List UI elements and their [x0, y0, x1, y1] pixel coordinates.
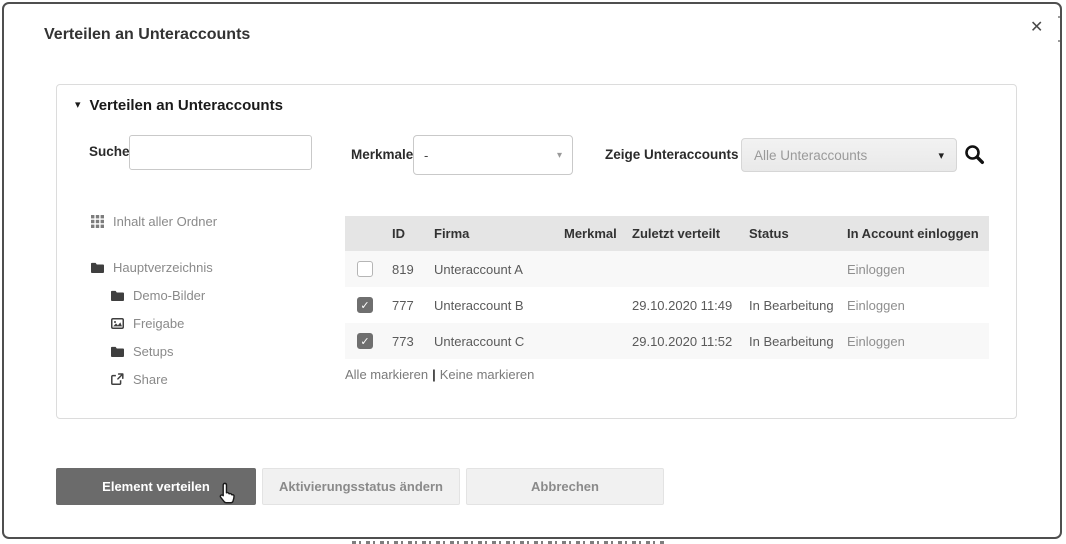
- col-in-account-einloggen: In Account einloggen: [843, 226, 989, 241]
- nav-item-label: Share: [133, 372, 168, 387]
- nav-item-label: Freigabe: [133, 316, 184, 331]
- col-id: ID: [388, 226, 430, 241]
- nav-item-inhalt-aller-ordner[interactable]: Inhalt aller Ordner: [91, 212, 217, 230]
- col-firma: Firma: [430, 226, 560, 241]
- folder-icon: [111, 346, 124, 357]
- nav-item-freigabe[interactable]: Freigabe: [111, 314, 184, 332]
- zeige-unteraccounts-select[interactable]: Alle Unteraccounts ▾: [741, 138, 957, 172]
- chevron-down-icon: ▾: [557, 150, 562, 161]
- share-icon: [111, 373, 124, 385]
- nav-item-share[interactable]: Share: [111, 370, 168, 388]
- nav-item-label: Hauptverzeichnis: [113, 260, 213, 275]
- cell-status: In Bearbeitung: [745, 298, 843, 313]
- row-checkbox[interactable]: ✓: [357, 297, 373, 313]
- table-row: 819 Unteraccount A Einloggen: [345, 251, 989, 287]
- nav-item-demo-bilder[interactable]: Demo-Bilder: [111, 286, 205, 304]
- chevron-down-icon: ▾: [938, 149, 944, 162]
- selection-links: Alle markieren|Keine markieren: [345, 367, 534, 382]
- select-all-link[interactable]: Alle markieren: [345, 367, 428, 382]
- cell-id: 819: [388, 262, 430, 277]
- merkmale-label: Merkmale: [351, 147, 413, 162]
- table-row: ✓ 773 Unteraccount C 29.10.2020 11:52 In…: [345, 323, 989, 359]
- col-merkmal: Merkmal: [560, 226, 628, 241]
- search-label: Suche: [89, 144, 130, 159]
- background-dots: [1058, 16, 1060, 18]
- abbrechen-button[interactable]: Abbrechen: [466, 468, 664, 505]
- aktivierungsstatus-aendern-button[interactable]: Aktivierungsstatus ändern: [262, 468, 460, 505]
- collapse-triangle-icon: ▾: [75, 100, 81, 111]
- section-header-toggle[interactable]: ▾ Verteilen an Unteraccounts: [75, 97, 283, 114]
- search-input[interactable]: [129, 135, 312, 170]
- einloggen-link[interactable]: Einloggen: [843, 262, 989, 277]
- close-icon[interactable]: ✕: [1030, 20, 1043, 36]
- table-header: ID Firma Merkmal Zuletzt verteilt Status…: [345, 216, 989, 251]
- element-verteilen-button[interactable]: Element verteilen: [56, 468, 256, 505]
- nav-item-label: Demo-Bilder: [133, 288, 205, 303]
- einloggen-link[interactable]: Einloggen: [843, 334, 989, 349]
- screen: Verteilen an Unteraccounts ✕ ▾ Verteilen…: [0, 0, 1066, 544]
- search-icon[interactable]: [963, 143, 985, 170]
- row-checkbox[interactable]: ✓: [357, 333, 373, 349]
- nav-item-label: Inhalt aller Ordner: [113, 214, 217, 229]
- select-none-link[interactable]: Keine markieren: [440, 367, 535, 382]
- section-title: Verteilen an Unteraccounts: [90, 97, 283, 114]
- merkmale-select[interactable]: - ▾: [413, 135, 573, 175]
- subaccounts-table: ID Firma Merkmal Zuletzt verteilt Status…: [345, 216, 989, 359]
- merkmale-selected-value: -: [424, 148, 557, 163]
- nav-item-label: Setups: [133, 344, 173, 359]
- cell-id: 773: [388, 334, 430, 349]
- cell-firma: Unteraccount C: [430, 334, 560, 349]
- grid-icon: [91, 215, 104, 228]
- zeige-unteraccounts-label: Zeige Unteraccounts: [605, 147, 739, 162]
- dialog-title: Verteilen an Unteraccounts: [44, 26, 250, 44]
- cell-status: In Bearbeitung: [745, 334, 843, 349]
- cell-zuletzt: 29.10.2020 11:49: [628, 298, 745, 313]
- col-zuletzt-verteilt: Zuletzt verteilt: [628, 226, 745, 241]
- image-icon: [111, 318, 124, 329]
- cell-firma: Unteraccount A: [430, 262, 560, 277]
- nav-item-setups[interactable]: Setups: [111, 342, 173, 360]
- distribute-dialog: Verteilen an Unteraccounts ✕ ▾ Verteilen…: [2, 2, 1062, 539]
- folder-icon: [111, 290, 124, 301]
- einloggen-link[interactable]: Einloggen: [843, 298, 989, 313]
- table-row: ✓ 777 Unteraccount B 29.10.2020 11:49 In…: [345, 287, 989, 323]
- row-checkbox[interactable]: [357, 261, 373, 277]
- cell-id: 777: [388, 298, 430, 313]
- distribute-panel: ▾ Verteilen an Unteraccounts Suche Merkm…: [56, 84, 1017, 419]
- zeige-selected-value: Alle Unteraccounts: [754, 148, 938, 163]
- cell-firma: Unteraccount B: [430, 298, 560, 313]
- separator: |: [428, 367, 440, 382]
- folder-icon: [91, 262, 104, 273]
- col-status: Status: [745, 226, 843, 241]
- nav-item-hauptverzeichnis[interactable]: Hauptverzeichnis: [91, 258, 213, 276]
- cell-zuletzt: 29.10.2020 11:52: [628, 334, 745, 349]
